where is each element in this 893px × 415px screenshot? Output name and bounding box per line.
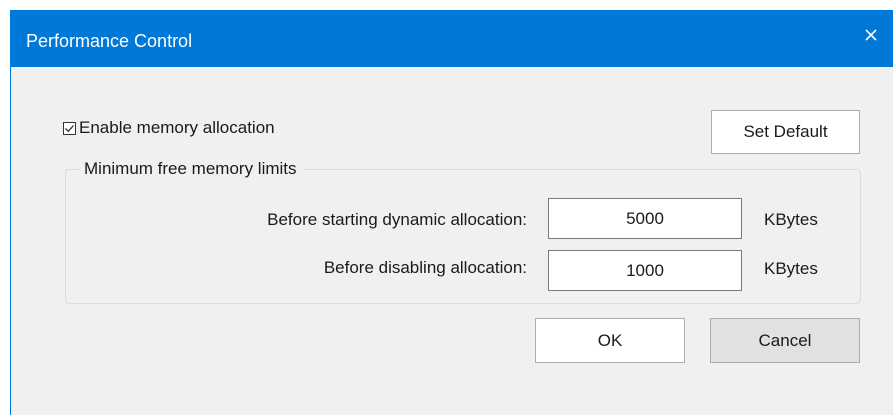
cancel-button[interactable]: Cancel xyxy=(710,318,860,363)
enable-memory-allocation-option[interactable]: Enable memory allocation xyxy=(63,118,275,138)
background-margin-top xyxy=(0,0,893,10)
enable-memory-allocation-checkbox[interactable] xyxy=(63,121,76,135)
starting-allocation-input[interactable] xyxy=(548,198,742,239)
disabling-allocation-input[interactable] xyxy=(548,250,742,291)
performance-control-dialog: Performance Control Enable memory alloca… xyxy=(10,10,893,415)
title-bar[interactable]: Performance Control xyxy=(11,10,893,67)
disabling-allocation-label: Before disabling allocation: xyxy=(323,258,527,277)
starting-allocation-unit: KBytes xyxy=(764,210,818,229)
checkmark-icon xyxy=(65,124,74,132)
ok-button[interactable]: OK xyxy=(535,318,685,363)
memory-limits-group-title: Minimum free memory limits xyxy=(80,159,303,179)
dialog-title: Performance Control xyxy=(26,31,193,51)
disabling-allocation-unit: KBytes xyxy=(764,259,818,278)
background-margin-left xyxy=(0,0,10,415)
set-default-button[interactable]: Set Default xyxy=(711,110,860,154)
close-button[interactable] xyxy=(848,10,893,60)
close-icon xyxy=(865,29,877,41)
enable-memory-allocation-label[interactable]: Enable memory allocation xyxy=(79,118,275,138)
starting-allocation-label: Before starting dynamic allocation: xyxy=(267,210,527,229)
